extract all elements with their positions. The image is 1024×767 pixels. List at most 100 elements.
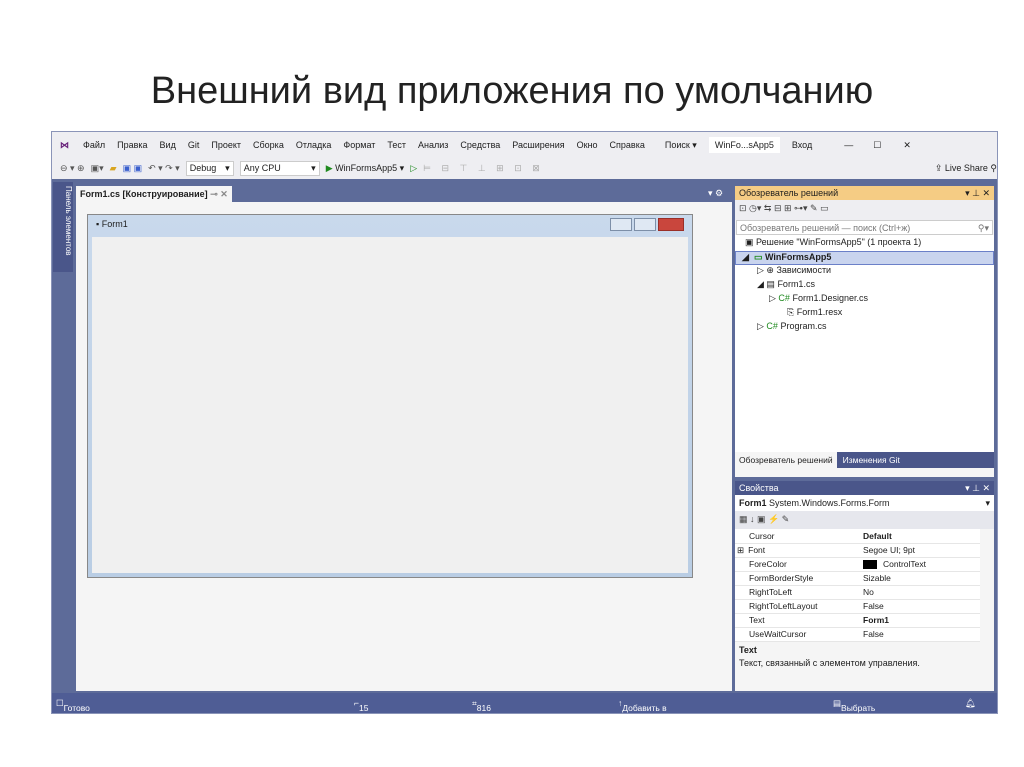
menu-build[interactable]: Сборка	[253, 140, 284, 150]
property-name: FormBorderStyle	[749, 573, 814, 583]
tab-solution-explorer[interactable]: Обозреватель решений	[735, 452, 837, 468]
close-button[interactable]: ✕	[903, 140, 911, 151]
property-row[interactable]: UseWaitCursor False	[735, 627, 980, 642]
visual-studio-window: ⋈ Файл Правка Вид Git Проект Сборка Отла…	[51, 131, 998, 753]
property-value: Form1	[863, 615, 889, 625]
menu-file[interactable]: Файл	[83, 140, 105, 150]
solution-explorer-toolbar: ⊡ ◷▾ ⇆ ⊟ ⊞ ⊶▾ ✎ ▭	[735, 200, 994, 220]
menu-project[interactable]: Проект	[211, 140, 241, 150]
run-without-debug-icon[interactable]: ▷	[410, 163, 417, 174]
select-repository-button[interactable]: ▤ Выбрать репозиторий ▲	[833, 698, 891, 733]
form-maximize-button	[634, 218, 656, 231]
tree-item-form1[interactable]: ◢ ▤ Form1.cs	[735, 279, 994, 293]
pane-controls-icon[interactable]: ▾ ⊥ ✕	[965, 483, 990, 493]
platform-select[interactable]: Any CPU ▾	[239, 161, 320, 176]
slide-title: Внешний вид приложения по умолчанию	[150, 70, 874, 112]
property-value: Sizable	[863, 573, 891, 583]
property-value: ControlText	[883, 558, 926, 569]
description-title: Text	[739, 644, 757, 655]
pane-controls-icon[interactable]: ▾ ⊥ ✕	[965, 188, 990, 198]
title-bar: ⋈ Файл Правка Вид Git Проект Сборка Отла…	[52, 132, 997, 158]
properties-panel: Свойства ▾ ⊥ ✕ Form1 System.Windows.Forms…	[735, 481, 994, 691]
properties-toolbar: ▦ ↓ ▣ ⚡ ✎	[735, 511, 994, 529]
tab-dropdown-icon[interactable]: ▾ ⚙	[708, 188, 723, 199]
property-value: False	[863, 629, 884, 639]
property-name: RightToLeftLayout	[749, 601, 818, 611]
property-value: No	[863, 587, 874, 597]
property-name: Text	[749, 615, 765, 625]
property-value: Default	[863, 530, 892, 541]
toolbox-tab[interactable]: Панель элементов	[53, 182, 73, 272]
search-icon: ⚲▾	[977, 223, 989, 233]
solution-icon: ▣	[745, 237, 754, 247]
status-bar: ☐ Готово ⌐ 15 , 15 ⌗ 816 x 489 ↑ Добавит…	[52, 693, 997, 753]
tree-item-program[interactable]: ▷ C# Program.cs	[735, 321, 994, 335]
live-share-button[interactable]: ⇪ Live Share ⚲	[935, 163, 997, 174]
add-to-source-control-button[interactable]: ↑ Добавить в систему управления версиями…	[618, 698, 669, 753]
menu-tools[interactable]: Средства	[460, 140, 500, 150]
property-value: False	[863, 601, 884, 611]
play-icon: ▶	[325, 163, 333, 173]
minimize-button[interactable]: —	[844, 140, 853, 150]
object-selector[interactable]: Form1 System.Windows.Forms.Form ▾	[735, 495, 994, 511]
open-icon[interactable]: ▰	[110, 163, 117, 174]
close-tab-icon[interactable]: ✕	[220, 189, 228, 199]
config-select[interactable]: Debug ▾	[185, 161, 234, 176]
property-value: Segoe UI; 9pt	[863, 545, 915, 555]
save-icon[interactable]: ▣ ▣	[123, 163, 143, 174]
cursor-position: ⌐ 15 , 15	[354, 698, 369, 733]
solution-name-badge: WinFo...sApp5	[708, 137, 780, 153]
pin-icon[interactable]: ⊸	[210, 189, 218, 199]
vs-logo-icon: ⋈	[60, 139, 69, 150]
property-row[interactable]: Text Form1	[735, 613, 980, 628]
maximize-button[interactable]: ☐	[873, 140, 881, 151]
login-button[interactable]: Вход	[792, 140, 812, 150]
tree-item-dependencies[interactable]: ▷ ⊕ Зависимости	[735, 265, 994, 279]
menu-test[interactable]: Тест	[387, 140, 406, 150]
expand-icon[interactable]: ⊞	[737, 545, 744, 555]
layout-tools-icon: ⊨ ⊟ ⊤ ⊥ ⊞ ⊡ ⊠	[423, 163, 544, 173]
tree-item-designer[interactable]: ▷ C# Form1.Designer.cs	[735, 293, 994, 307]
notifications-icon[interactable]: 🔔︎	[965, 698, 976, 709]
menu-help[interactable]: Справка	[610, 140, 645, 150]
menu-debug[interactable]: Отладка	[296, 140, 332, 150]
form-client-area[interactable]	[92, 237, 688, 573]
property-row[interactable]: ForeColor ControlText	[735, 557, 980, 572]
menu-extensions[interactable]: Расширения	[512, 140, 564, 150]
tab-git-changes[interactable]: Изменения Git	[837, 452, 906, 468]
menu-format[interactable]: Формат	[343, 140, 375, 150]
solution-search[interactable]: Обозреватель решений — поиск (Ctrl+ж) ⚲▾	[736, 220, 993, 235]
menu-window[interactable]: Окно	[577, 140, 598, 150]
form-title: Form1	[101, 219, 128, 229]
back-icon[interactable]: ⊖ ▾ ⊕	[60, 163, 85, 174]
tab-form1-designer[interactable]: Form1.cs [Конструирование] ⊸ ✕	[76, 186, 232, 202]
solution-explorer: Обозреватель решений ▾ ⊥ ✕ ⊡ ◷▾ ⇆ ⊟ ⊞ ⊶▾ …	[735, 186, 994, 477]
undo-icon[interactable]: ↶ ▾ ↷ ▾	[148, 163, 180, 174]
tree-item-resx[interactable]: ⎘ Form1.resx	[735, 307, 994, 321]
run-button[interactable]: ▶ WinFormsApp5 ▾	[326, 163, 404, 174]
color-swatch	[863, 560, 877, 570]
solution-explorer-title: Обозреватель решений	[739, 188, 839, 198]
property-row[interactable]: Cursor Default	[735, 529, 980, 544]
tree-item-project[interactable]: ◢ ▭ WinFormsApp5	[735, 251, 994, 265]
property-name: UseWaitCursor	[749, 629, 807, 639]
new-project-icon[interactable]: ▣▾	[91, 163, 104, 174]
search-button[interactable]: Поиск ▾	[665, 140, 697, 151]
property-row[interactable]: RightToLeft No	[735, 585, 980, 600]
form-icon: ▪	[96, 219, 100, 229]
form-preview[interactable]: ▪ Form1	[87, 214, 693, 578]
form-minimize-button	[610, 218, 632, 231]
property-row[interactable]: RightToLeftLayout False	[735, 599, 980, 614]
properties-title: Свойства	[739, 483, 779, 493]
property-row[interactable]: ⊞ Font Segoe UI; 9pt	[735, 543, 980, 558]
property-name: RightToLeft	[749, 587, 792, 597]
menu-view[interactable]: Вид	[160, 140, 176, 150]
menu-edit[interactable]: Правка	[117, 140, 147, 150]
property-name: Cursor	[749, 530, 775, 541]
property-row[interactable]: FormBorderStyle Sizable	[735, 571, 980, 586]
menu-analyze[interactable]: Анализ	[418, 140, 448, 150]
tree-item-solution[interactable]: ▣ Решение "WinFormsApp5" (1 проекта 1)	[735, 237, 994, 251]
form-size: ⌗ 816 x 489	[472, 698, 491, 733]
menu-git[interactable]: Git	[188, 140, 200, 150]
property-name: ForeColor	[749, 559, 787, 569]
